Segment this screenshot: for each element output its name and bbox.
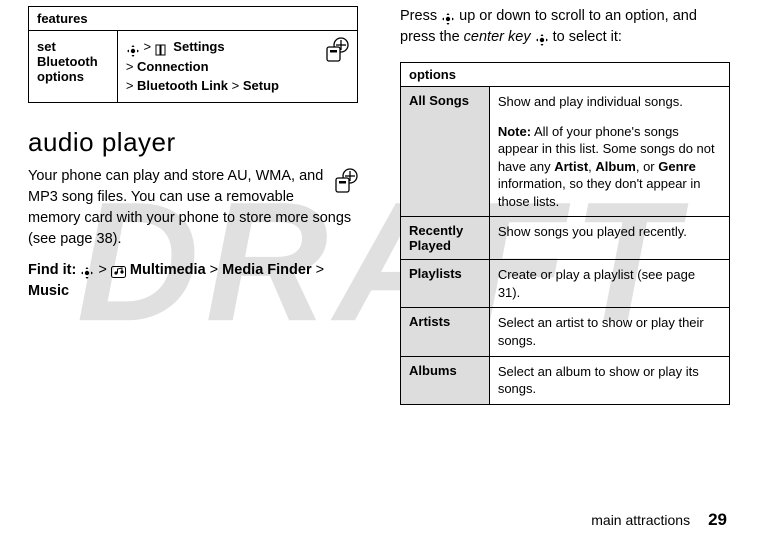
table-row: Artists Select an artist to show or play…	[401, 308, 730, 356]
options-intro: Press up or down to scroll to an option,…	[400, 6, 730, 48]
audio-player-heading: audio player	[28, 127, 358, 158]
memory-card-icon	[330, 168, 358, 194]
table-row: Albums Select an album to show or play i…	[401, 356, 730, 404]
option-desc: Select an album to show or play its song…	[489, 356, 729, 404]
options-table: options All Songs Show and play individu…	[400, 62, 730, 405]
center-key-icon	[80, 263, 94, 277]
feature-row-path: > Settings > Connection > Bluetooth Link…	[126, 37, 315, 96]
option-note: Note: All of your phone's songs appear i…	[489, 117, 729, 217]
table-row: Recently Played Show songs you played re…	[401, 217, 730, 260]
settings-icon	[155, 42, 170, 54]
options-header: options	[401, 63, 730, 87]
page-footer: main attractions 29	[591, 510, 727, 530]
option-label: Playlists	[401, 260, 490, 308]
multimedia-icon	[111, 264, 126, 276]
option-desc: Create or play a playlist (see page 31).	[489, 260, 729, 308]
table-row: All Songs Show and play individual songs…	[401, 87, 730, 117]
left-column: features set Bluetooth options > Setting…	[28, 6, 358, 405]
nav-key-icon	[441, 9, 455, 23]
features-table: features set Bluetooth options > Setting…	[28, 6, 358, 103]
memory-card-icon	[321, 37, 349, 63]
feature-row-label: set Bluetooth options	[29, 31, 118, 103]
page-number: 29	[708, 510, 727, 530]
table-row: Playlists Create or play a playlist (see…	[401, 260, 730, 308]
option-label: All Songs	[401, 87, 490, 217]
audio-player-intro: Your phone can play and store AU, WMA, a…	[28, 166, 358, 250]
option-desc: Show songs you played recently.	[489, 217, 729, 260]
features-header: features	[29, 7, 358, 31]
right-column: Press up or down to scroll to an option,…	[400, 6, 730, 405]
center-key-icon	[535, 30, 549, 44]
option-desc: Select an artist to show or play their s…	[489, 308, 729, 356]
option-desc: Show and play individual songs.	[489, 87, 729, 117]
option-label: Albums	[401, 356, 490, 404]
find-it-line: Find it: > Multimedia > Media Finder > M…	[28, 260, 358, 302]
option-label: Artists	[401, 308, 490, 356]
footer-section: main attractions	[591, 512, 690, 528]
option-label: Recently Played	[401, 217, 490, 260]
center-key-icon	[126, 41, 140, 55]
